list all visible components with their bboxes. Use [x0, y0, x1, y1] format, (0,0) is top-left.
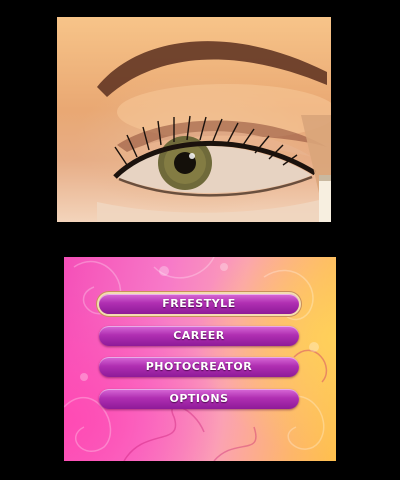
main-menu: FREESTYLE CAREER PHOTOCREATOR OPTIONS — [99, 294, 301, 420]
top-screen-eye-photo — [57, 17, 331, 222]
photocreator-button[interactable]: PHOTOCREATOR — [99, 357, 299, 377]
career-button[interactable]: CAREER — [99, 325, 299, 346]
freestyle-button[interactable]: FREESTYLE — [99, 294, 299, 314]
eye-closeup-image — [97, 41, 331, 222]
bottom-screen-menu: FREESTYLE CAREER PHOTOCREATOR OPTIONS — [64, 257, 336, 461]
options-button[interactable]: OPTIONS — [99, 388, 299, 409]
